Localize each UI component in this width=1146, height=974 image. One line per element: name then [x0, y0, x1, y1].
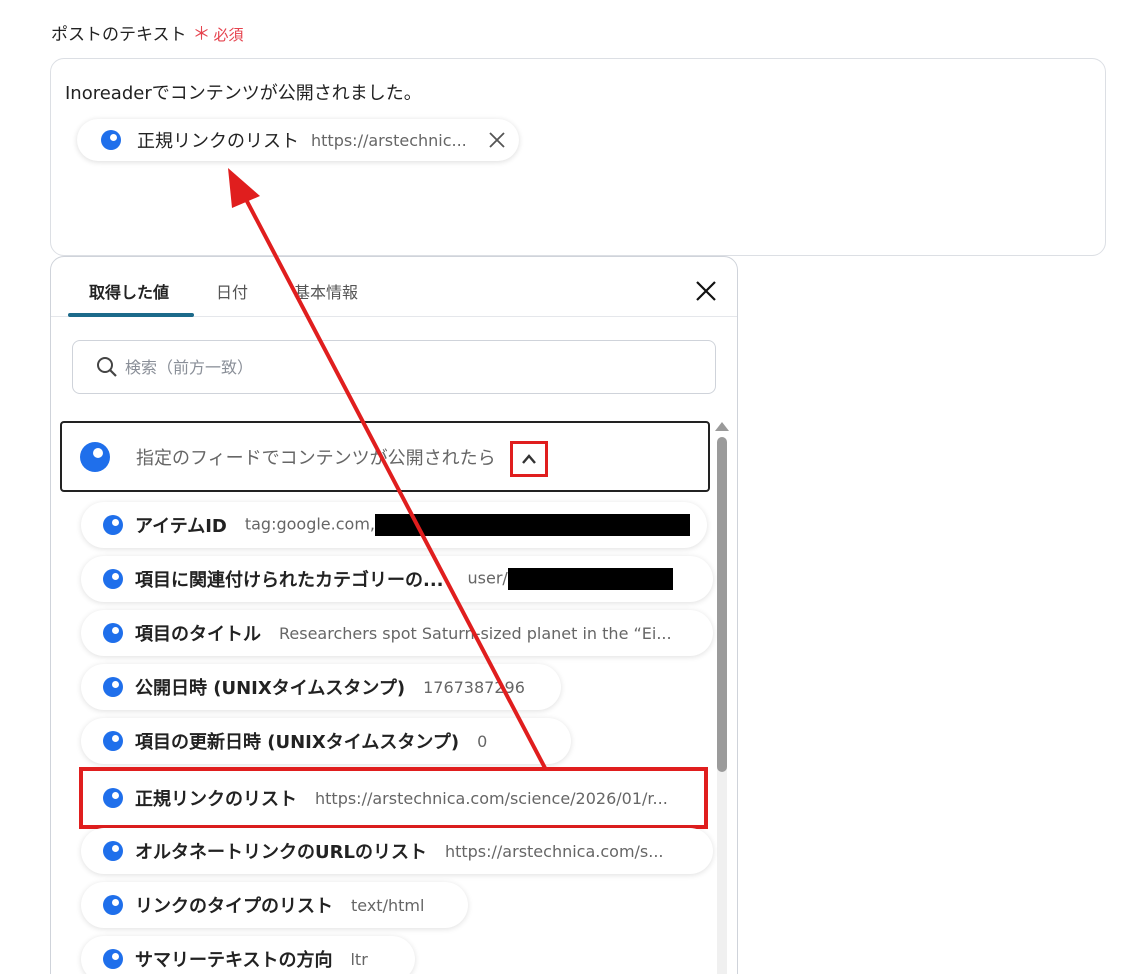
item-value: user/ [468, 568, 673, 590]
search-input[interactable] [125, 357, 685, 377]
active-tab-indicator [68, 313, 194, 317]
value-dot-icon [103, 515, 123, 535]
item-value: 0 [477, 731, 488, 751]
scrollbar-thumb[interactable] [717, 437, 727, 772]
collapse-toggle[interactable] [510, 441, 548, 477]
value-dot-icon [103, 895, 123, 915]
value-picker-panel: 取得した値 日付 基本情報 指定のフィードでコンテンツが公開されたら アイテムI… [50, 256, 738, 974]
value-dot-icon [103, 731, 123, 751]
required-text: 必須 [213, 26, 244, 44]
chevron-up-icon [522, 454, 536, 464]
list-item[interactable]: 項目に関連付けられたカテゴリーの... user/ [81, 556, 713, 602]
item-label: オルタネートリンクのURLのリスト [135, 842, 427, 863]
value-dot-icon [103, 949, 123, 969]
redaction-bar [375, 514, 690, 536]
item-value: ltr [350, 949, 368, 969]
list-item[interactable]: オルタネートリンクのURLのリスト https://arstechnica.co… [81, 828, 713, 874]
tab-date[interactable]: 日付 [216, 279, 248, 303]
inserted-value-chip[interactable]: 正規リンクのリスト https://arstechnic... [77, 119, 519, 161]
field-label-text: ポストのテキスト [51, 25, 187, 45]
item-label: サマリーテキストの方向 [135, 950, 333, 971]
item-value: 1767387296 [423, 677, 525, 697]
list-item[interactable]: 項目の更新日時 (UNIXタイムスタンプ) 0 [81, 718, 571, 764]
chip-value: https://arstechnic... [311, 130, 467, 150]
group-dot-icon [80, 441, 110, 472]
item-value: https://arstechnica.com/s... [444, 841, 664, 861]
value-dot-icon [103, 569, 123, 589]
scroll-up-arrow-icon[interactable] [715, 422, 729, 431]
group-label: 指定のフィードでコンテンツが公開されたら [136, 447, 496, 469]
search-icon [97, 357, 117, 377]
item-label: 公開日時 (UNIXタイムスタンプ) [135, 678, 406, 699]
trigger-group-header[interactable]: 指定のフィードでコンテンツが公開されたら [60, 421, 710, 492]
required-badge: ＊ 必須 [193, 20, 244, 46]
editor-text[interactable]: Inoreaderでコンテンツが公開されました。 [65, 79, 422, 105]
list-item[interactable]: 項目のタイトル Researchers spot Saturn-sized pl… [81, 610, 713, 656]
required-mark: ＊ [192, 24, 211, 45]
tab-basic-info[interactable]: 基本情報 [294, 279, 358, 303]
list-item[interactable]: 公開日時 (UNIXタイムスタンプ) 1767387296 [81, 664, 561, 710]
tab-bar: 取得した値 日付 基本情報 [51, 257, 737, 317]
item-value: tag:google.com, [245, 514, 690, 536]
item-label: 項目に関連付けられたカテゴリーの... [135, 570, 444, 591]
item-label: 項目のタイトル [135, 624, 261, 645]
item-value: Researchers spot Saturn-sized planet in … [279, 623, 672, 643]
close-icon[interactable] [694, 279, 718, 303]
item-value: text/html [351, 895, 425, 915]
close-icon[interactable] [487, 130, 507, 150]
highlight-annotation-box [79, 767, 708, 829]
field-label: ポストのテキスト ＊ 必須 [51, 20, 244, 46]
item-label: アイテムID [135, 516, 227, 537]
value-dot-icon [103, 677, 123, 697]
item-label: リンクのタイプのリスト [135, 896, 333, 917]
list-item[interactable]: サマリーテキストの方向 ltr [81, 936, 415, 974]
value-dot-icon [103, 841, 123, 861]
list-item[interactable]: アイテムID tag:google.com, [81, 502, 707, 548]
value-dot-icon [103, 623, 123, 643]
redaction-bar [507, 568, 673, 590]
search-field[interactable] [72, 340, 716, 394]
item-label: 項目の更新日時 (UNIXタイムスタンプ) [135, 732, 460, 753]
chip-label: 正規リンクのリスト [137, 131, 299, 152]
value-dot-icon [101, 130, 121, 150]
list-item[interactable]: リンクのタイプのリスト text/html [81, 882, 468, 928]
post-text-editor[interactable]: Inoreaderでコンテンツが公開されました。 正規リンクのリスト https… [50, 58, 1106, 256]
tab-acquired-values[interactable]: 取得した値 [89, 279, 169, 303]
